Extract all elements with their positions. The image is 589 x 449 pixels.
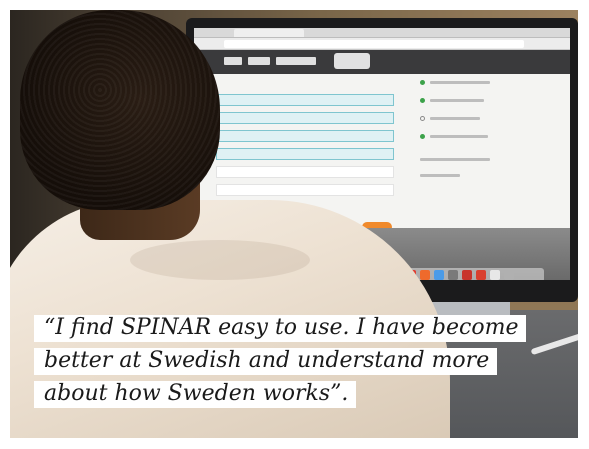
answer-option — [216, 184, 394, 196]
progress-empty-icon — [420, 116, 425, 121]
sidebar-line — [430, 81, 490, 84]
sidebar-line — [420, 158, 490, 161]
progress-check-icon — [420, 80, 425, 85]
shirt-fold — [130, 240, 310, 280]
website-header — [194, 50, 570, 74]
site-logo — [334, 53, 370, 69]
answer-option — [216, 148, 394, 160]
browser-tab — [234, 29, 304, 37]
app-icon — [490, 270, 500, 280]
quote-line-2: better at Swedish and understand more — [34, 345, 554, 376]
progress-check-icon — [420, 134, 425, 139]
nav-item — [276, 57, 316, 65]
quote-text: better at Swedish and understand more — [34, 348, 498, 375]
sidebar-line — [430, 135, 488, 138]
person-head — [20, 10, 220, 210]
browser-toolbar — [194, 38, 570, 50]
trash-icon — [504, 270, 514, 280]
app-icon — [420, 270, 430, 280]
answer-option — [216, 130, 394, 142]
quote-line-1: “I find SPINAR easy to use. I have becom… — [34, 312, 554, 343]
app-icon — [434, 270, 444, 280]
app-icon — [448, 270, 458, 280]
answer-option — [216, 112, 394, 124]
nav-item — [224, 57, 242, 65]
quote-text: about how Sweden works”. — [34, 381, 357, 408]
app-icon — [462, 270, 472, 280]
progress-sidebar — [416, 74, 566, 224]
browser-tab-bar — [194, 28, 570, 38]
nav-item — [248, 57, 270, 65]
app-icon — [476, 270, 486, 280]
sidebar-line — [430, 117, 480, 120]
address-bar — [224, 40, 524, 48]
quote-caption: “I find SPINAR easy to use. I have becom… — [34, 312, 554, 409]
answer-option — [216, 166, 394, 178]
quote-text: “I find SPINAR easy to use. I have becom… — [34, 315, 527, 342]
sidebar-line — [420, 174, 460, 177]
sidebar-line — [430, 99, 484, 102]
hair — [20, 10, 220, 210]
progress-check-icon — [420, 98, 425, 103]
answer-option — [216, 94, 394, 106]
quote-line-3: about how Sweden works”. — [34, 378, 554, 409]
